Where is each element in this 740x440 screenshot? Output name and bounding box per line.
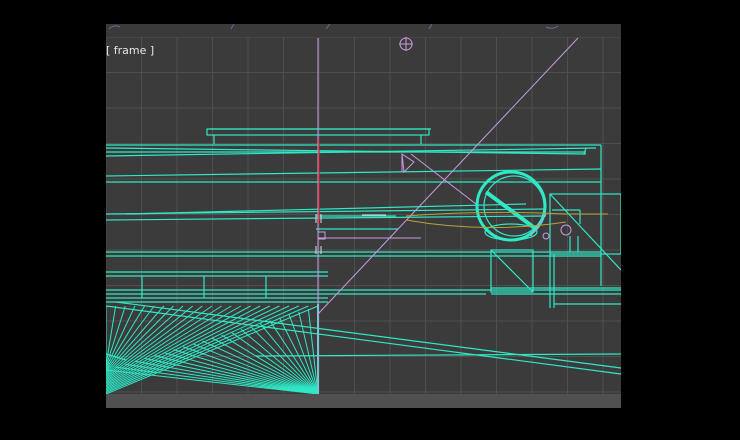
viewport-label[interactable]: [ frame ] (106, 44, 154, 57)
vertex-ticks (315, 214, 386, 254)
fan-strut (106, 305, 271, 388)
viewport-header-strip (106, 24, 621, 37)
fan-strut (106, 305, 222, 381)
scene-wireframe (106, 128, 621, 375)
wireframe-canvas[interactable] (106, 24, 621, 408)
viewport-front[interactable]: [ frame ] (106, 24, 621, 408)
viewport-bottom-bar (106, 394, 621, 408)
